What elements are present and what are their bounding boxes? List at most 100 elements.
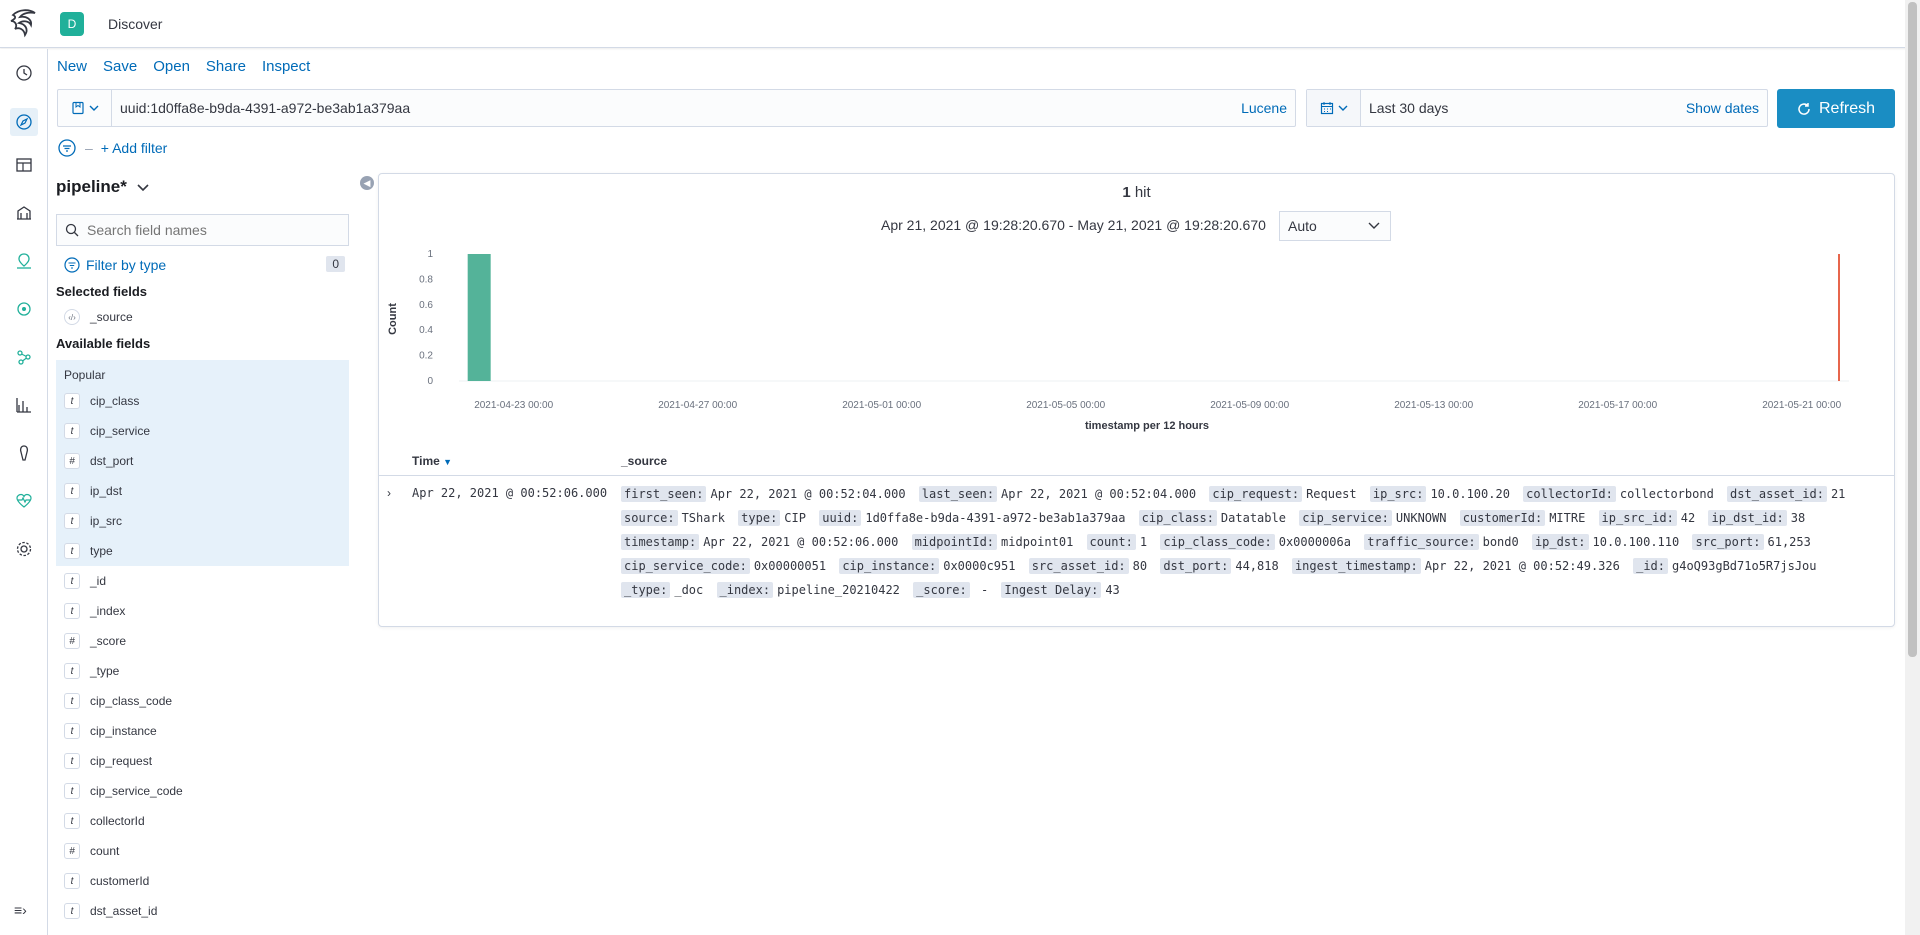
field-item[interactable]: t collectorId xyxy=(56,806,349,836)
hit-count: 1 hit xyxy=(379,184,1894,201)
new-button[interactable]: New xyxy=(57,58,87,75)
save-button[interactable]: Save xyxy=(103,58,137,75)
source-field-key: _index: xyxy=(716,582,774,598)
uptime-heart-icon[interactable] xyxy=(14,491,34,511)
apm-icon[interactable] xyxy=(14,443,34,463)
source-field-key: cip_class_code: xyxy=(1160,534,1275,550)
x-tick-label: 2021-05-13 00:00 xyxy=(1394,400,1473,411)
source-field-value: collectorbond xyxy=(1619,487,1714,501)
maps-icon[interactable] xyxy=(14,251,34,271)
field-item[interactable]: t cip_request xyxy=(56,746,349,776)
source-field-value: pipeline_20210422 xyxy=(777,583,900,597)
source-field-key: cip_service_code: xyxy=(621,558,750,574)
page-scrollbar-thumb[interactable] xyxy=(1908,2,1917,657)
share-button[interactable]: Share xyxy=(206,58,246,75)
saved-query-button[interactable] xyxy=(58,90,112,126)
hit-label: hit xyxy=(1134,184,1151,201)
field-item[interactable]: # _score xyxy=(56,626,349,656)
source-field-value: Apr 22, 2021 @ 00:52:49.326 xyxy=(1424,559,1620,573)
chevron-down-icon xyxy=(89,105,98,111)
field-item-source[interactable]: ‹/› _source xyxy=(56,302,349,332)
source-field-key: count: xyxy=(1086,534,1136,550)
field-item[interactable]: # dst_port xyxy=(56,446,349,476)
space-avatar[interactable]: D xyxy=(60,11,84,36)
canvas-icon[interactable] xyxy=(14,203,34,223)
field-item[interactable]: t cip_service_code xyxy=(56,776,349,806)
query-language-button[interactable]: Lucene xyxy=(1241,100,1295,116)
field-item[interactable]: t _index xyxy=(56,596,349,626)
source-field-key: last_seen: xyxy=(918,486,998,502)
source-column-header: _source xyxy=(621,454,668,468)
interval-select[interactable]: Auto xyxy=(1279,211,1391,241)
field-item[interactable]: t cip_service xyxy=(56,416,349,446)
field-item[interactable]: t cip_class_code xyxy=(56,686,349,716)
app-logo[interactable] xyxy=(0,0,48,48)
field-search xyxy=(56,214,349,246)
expand-row-icon[interactable]: › xyxy=(387,486,391,500)
string-type-icon: t xyxy=(64,663,80,679)
source-field-value: MITRE xyxy=(1549,511,1586,525)
filter-by-type-button[interactable]: Filter by type 0 xyxy=(56,254,349,276)
string-type-icon: t xyxy=(64,723,80,739)
field-item[interactable]: t _type xyxy=(56,656,349,686)
sort-down-icon: ▼ xyxy=(443,457,453,467)
field-item[interactable]: t dst_asset_id xyxy=(56,896,349,926)
source-field-key: type: xyxy=(738,510,781,526)
open-button[interactable]: Open xyxy=(153,58,190,75)
field-name: type xyxy=(90,544,113,558)
source-field-key: _type: xyxy=(621,582,671,598)
chevron-left-icon: ◀ xyxy=(363,177,371,188)
quick-menu-button[interactable] xyxy=(1307,90,1361,126)
source-field-value: Datatable xyxy=(1220,511,1286,525)
add-filter-button[interactable]: + Add filter xyxy=(101,140,168,156)
field-item[interactable]: t customerId xyxy=(56,866,349,896)
source-field-key: traffic_source: xyxy=(1364,534,1479,550)
ml-icon[interactable] xyxy=(14,299,34,319)
refresh-button[interactable]: Refresh xyxy=(1777,89,1895,128)
gear-icon[interactable] xyxy=(14,539,34,559)
source-field-value: 21 xyxy=(1830,487,1846,501)
x-axis-label: timestamp per 12 hours xyxy=(1085,420,1209,432)
string-type-icon: t xyxy=(64,423,80,439)
field-item[interactable]: t type xyxy=(56,536,349,566)
date-range-text[interactable]: Last 30 days xyxy=(1361,100,1686,116)
source-field-value: 10.0.100.110 xyxy=(1592,535,1680,549)
x-tick-label: 2021-05-09 00:00 xyxy=(1210,400,1289,411)
source-field-key: customerId: xyxy=(1459,510,1546,526)
field-search-input[interactable] xyxy=(87,222,327,238)
field-name: cip_class_code xyxy=(90,694,173,708)
collapse-nav-icon[interactable]: ≡› xyxy=(14,902,27,918)
index-pattern-label: pipeline* xyxy=(56,177,127,196)
source-field-key: ip_src_id: xyxy=(1598,510,1677,526)
index-pattern-selector[interactable]: pipeline* xyxy=(56,176,349,198)
page-title: Discover xyxy=(108,15,163,32)
collapse-sidebar-button[interactable]: ◀ xyxy=(360,176,374,190)
query-input[interactable]: uuid:1d0ffa8e-b9da-4391-a972-be3ab1a379a… xyxy=(112,100,1241,116)
field-item[interactable]: t ip_dst xyxy=(56,476,349,506)
row-source: first_seen: Apr 22, 2021 @ 00:52:04.000 l… xyxy=(621,482,1881,602)
clock-icon[interactable] xyxy=(14,63,34,83)
field-item[interactable]: t cip_instance xyxy=(56,716,349,746)
show-dates-button[interactable]: Show dates xyxy=(1686,100,1767,116)
discover-compass-icon[interactable] xyxy=(10,108,38,136)
field-name: cip_service_code xyxy=(90,784,183,798)
visualize-icon[interactable] xyxy=(14,395,34,415)
string-type-icon: t xyxy=(64,753,80,769)
string-type-icon: t xyxy=(64,603,80,619)
number-type-icon: # xyxy=(64,633,80,649)
field-name: dst_asset_id xyxy=(90,904,158,918)
inspect-button[interactable]: Inspect xyxy=(262,58,310,75)
filter-options-icon[interactable] xyxy=(57,138,77,158)
graph-icon[interactable] xyxy=(14,347,34,367)
other-fields: t _id t _index # _score t _type t cip_class_code t… xyxy=(56,566,349,926)
chevron-down-icon xyxy=(1368,222,1380,229)
filter-row: – + Add filter xyxy=(57,138,167,158)
field-item[interactable]: t _id xyxy=(56,566,349,596)
field-item[interactable]: t ip_src xyxy=(56,506,349,536)
field-item[interactable]: t cip_class xyxy=(56,386,349,416)
source-field-value: bond0 xyxy=(1482,535,1519,549)
source-field-key: _id: xyxy=(1633,558,1668,574)
dashboard-icon[interactable] xyxy=(14,155,34,175)
time-column-header[interactable]: Time ▼ xyxy=(412,454,452,468)
field-item[interactable]: # count xyxy=(56,836,349,866)
